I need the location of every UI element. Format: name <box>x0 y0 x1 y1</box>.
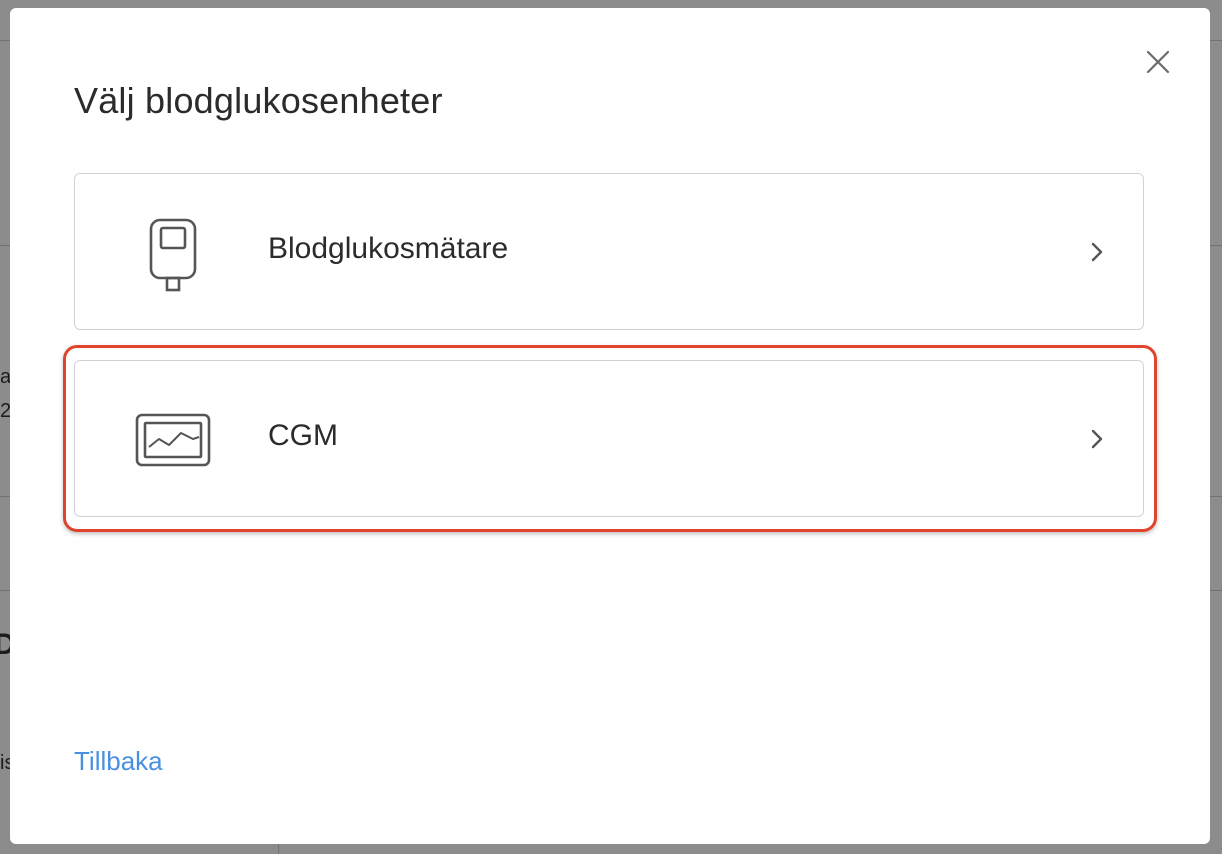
glucose-meter-icon <box>149 218 197 292</box>
back-link[interactable]: Tillbaka <box>74 746 163 777</box>
chevron-right-icon <box>1091 429 1103 449</box>
option-label: CGM <box>268 419 338 452</box>
cgm-monitor-icon <box>135 413 211 467</box>
close-icon <box>1146 50 1170 74</box>
dialog-title: Välj blodglukosenheter <box>74 80 443 121</box>
close-button[interactable] <box>1144 48 1172 76</box>
device-type-dialog: Välj blodglukosenheter Blodglukosmätare … <box>10 8 1210 844</box>
chevron-right-icon <box>1091 242 1103 262</box>
option-label: Blodglukosmätare <box>268 232 509 265</box>
option-blood-glucose-meter[interactable]: Blodglukosmätare <box>74 173 1144 330</box>
option-cgm[interactable]: CGM <box>74 360 1144 517</box>
